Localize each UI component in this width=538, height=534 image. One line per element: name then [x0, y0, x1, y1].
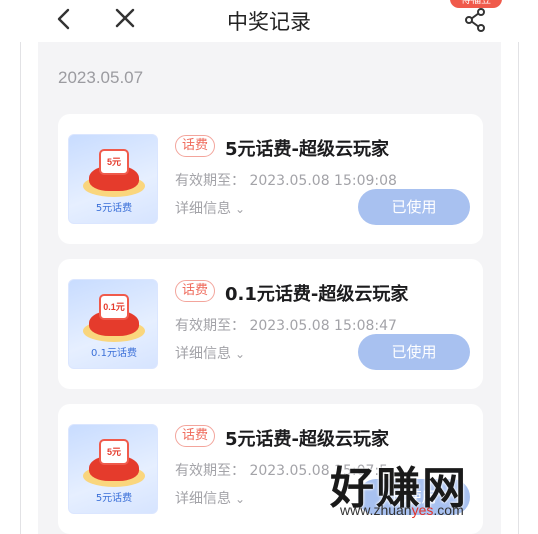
details-toggle[interactable]: 详细信息 ⌄	[175, 198, 245, 218]
used-status-button[interactable]: 已使用	[358, 334, 470, 370]
share-button[interactable]	[459, 4, 491, 34]
category-tag: 话费	[175, 135, 216, 157]
thumb-label: 5元话费	[95, 203, 133, 214]
prize-name: 5元话费-超级云玩家	[225, 429, 389, 450]
prize-record-screen: 中奖记录 得福豆 2023.05.07 5元 5元话费 话费 5元话费-超级云玩…	[0, 0, 538, 534]
share-icon	[465, 8, 485, 32]
thumb-label: 5元话费	[95, 493, 133, 504]
watermark-url-prefix: www.zhuan	[340, 502, 412, 518]
prize-card[interactable]: 0.1元 0.1元话费 话费 0.1元话费-超级云玩家 有效期至： 2023.0…	[58, 259, 483, 389]
details-label: 详细信息	[175, 346, 231, 362]
prize-thumbnail: 0.1元 0.1元话费	[68, 279, 158, 369]
prize-thumbnail: 5元 5元话费	[68, 424, 158, 514]
date-group-label: 2023.05.07	[58, 68, 144, 87]
chevron-down-icon: ⌄	[235, 347, 246, 361]
thumb-value: 0.1元	[99, 294, 129, 320]
site-watermark: 好赚网 www.zhuanyes.com	[330, 452, 530, 522]
chevron-down-icon: ⌄	[235, 492, 246, 506]
thumb-value: 5元	[99, 439, 129, 465]
thumb-label: 0.1元话费	[91, 348, 137, 359]
watermark-url-highlight: yes	[411, 502, 434, 518]
chevron-down-icon: ⌄	[235, 202, 246, 216]
details-toggle[interactable]: 详细信息 ⌄	[175, 488, 245, 508]
watermark-url: www.zhuanyes.com	[340, 502, 464, 518]
details-label: 详细信息	[175, 201, 231, 217]
page-title: 中奖记录	[227, 10, 311, 34]
thumb-value: 5元	[99, 149, 129, 175]
validity-text: 有效期至： 2023.05.08 15:08:47	[175, 318, 397, 334]
validity-text: 有效期至： 2023.05.08 15:09:08	[175, 173, 397, 189]
prize-name: 5元话费-超级云玩家	[225, 139, 389, 160]
prize-thumbnail: 5元 5元话费	[68, 134, 158, 224]
top-bar: 中奖记录 得福豆	[0, 0, 538, 42]
used-status-button[interactable]: 已使用	[358, 189, 470, 225]
category-tag: 话费	[175, 425, 216, 447]
prize-name: 0.1元话费-超级云玩家	[225, 284, 409, 305]
prize-card[interactable]: 5元 5元话费 话费 5元话费-超级云玩家 有效期至： 2023.05.08 1…	[58, 114, 483, 244]
left-divider	[20, 0, 21, 534]
details-label: 详细信息	[175, 491, 231, 507]
category-tag: 话费	[175, 280, 216, 302]
watermark-url-suffix: .com	[433, 502, 464, 518]
details-toggle[interactable]: 详细信息 ⌄	[175, 343, 245, 363]
